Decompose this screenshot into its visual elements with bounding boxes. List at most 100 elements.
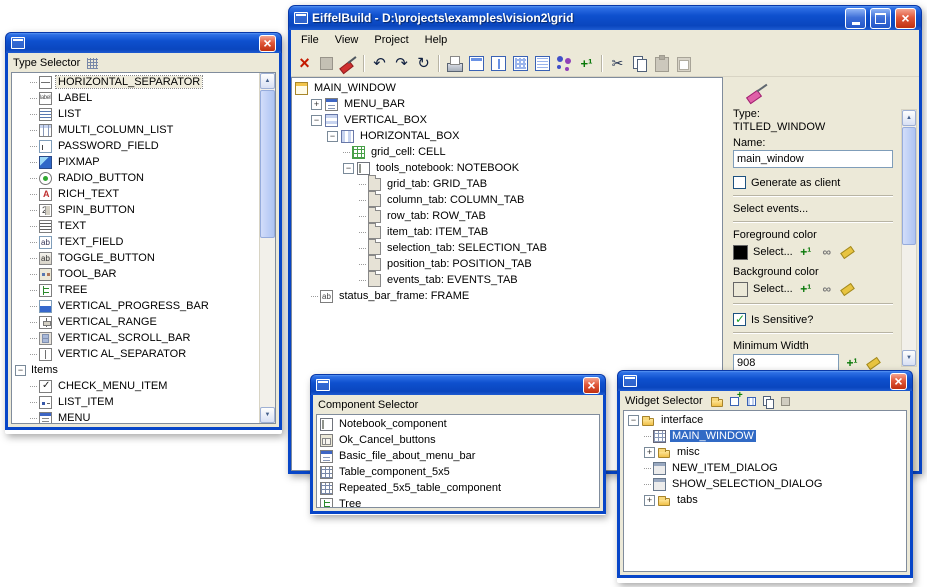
undo-icon[interactable]	[369, 53, 390, 74]
tree-item-list[interactable]: LIST	[12, 106, 259, 122]
menu-view[interactable]: View	[327, 32, 367, 48]
tree-item-pixmap[interactable]: PIXMAP	[12, 154, 259, 170]
tree-item-list-item[interactable]: LIST_ITEM	[12, 394, 259, 410]
close-button[interactable]	[890, 373, 907, 390]
minimize-button[interactable]	[845, 8, 866, 29]
background-select-button[interactable]: Select...	[753, 283, 793, 295]
generate-as-client-checkbox[interactable]	[733, 176, 746, 189]
tree-item-text[interactable]: TEXT	[12, 218, 259, 234]
cut-icon[interactable]	[607, 53, 628, 74]
add-one-icon[interactable]	[576, 53, 597, 74]
stop-icon[interactable]	[316, 53, 337, 74]
tree-item-row-tab-row-tab[interactable]: row_tab: ROW_TAB	[292, 208, 722, 224]
tree-item-new-item-dialog[interactable]: NEW_ITEM_DIALOG	[624, 460, 906, 476]
foreground-add-constant-icon[interactable]	[798, 244, 814, 260]
tree-item-horizontal-separator[interactable]: HORIZONTAL_SEPARATOR	[12, 74, 259, 90]
delete-icon[interactable]	[294, 53, 315, 74]
tree-item-text-field[interactable]: TEXT_FIELD	[12, 234, 259, 250]
tree-item-ok-cancel-buttons[interactable]: Ok_Cancel_buttons	[317, 432, 599, 448]
minwidth-reset-icon[interactable]	[865, 355, 881, 371]
minwidth-add-constant-icon[interactable]	[844, 355, 860, 371]
tree-item-tabs[interactable]: +tabs	[624, 492, 906, 508]
tree-item-vertical-range[interactable]: VERTICAL_RANGE	[12, 314, 259, 330]
titlebar[interactable]	[617, 370, 913, 391]
menu-project[interactable]: Project	[366, 32, 416, 48]
tree-item-vertic-al-separator[interactable]: VERTIC AL_SEPARATOR	[12, 346, 259, 362]
tree-item-main-window[interactable]: MAIN_WINDOW	[292, 80, 722, 96]
folder-icon[interactable]	[711, 395, 724, 408]
tree-item-tree[interactable]: Tree	[317, 496, 599, 507]
expand-toggle[interactable]: +	[644, 495, 655, 506]
tree-item-vertical-box[interactable]: −VERTICAL_BOX	[292, 112, 722, 128]
tree-item-vertical-progress-bar[interactable]: VERTICAL_PROGRESS_BAR	[12, 298, 259, 314]
tree-item-rich-text[interactable]: RICH_TEXT	[12, 186, 259, 202]
tree-item-position-tab-position-tab[interactable]: position_tab: POSITION_TAB	[292, 256, 722, 272]
tree-item-status-bar-frame-frame[interactable]: status_bar_frame: FRAME	[292, 288, 722, 304]
select-events-button[interactable]: Select events...	[733, 203, 893, 215]
generate-as-client-row[interactable]: Generate as client	[733, 176, 893, 189]
redo-icon[interactable]	[391, 53, 412, 74]
tree-item-vertical-scroll-bar[interactable]: VERTICAL_SCROLL_BAR	[12, 330, 259, 346]
name-input[interactable]	[733, 150, 893, 168]
users-icon[interactable]	[554, 53, 575, 74]
scroll-up-button[interactable]	[260, 73, 275, 89]
tree-item-tools-notebook-notebook[interactable]: −tools_notebook: NOTEBOOK	[292, 160, 722, 176]
tree-item-horizontal-box[interactable]: −HORIZONTAL_BOX	[292, 128, 722, 144]
tree-item-selection-tab-selection-tab[interactable]: selection_tab: SELECTION_TAB	[292, 240, 722, 256]
titlebar[interactable]: EiffelBuild - D:\projects\examples\visio…	[288, 5, 922, 30]
tree-item-toggle-button[interactable]: TOGGLE_BUTTON	[12, 250, 259, 266]
scrollbar-track[interactable]	[902, 126, 916, 350]
menu-help[interactable]: Help	[417, 32, 456, 48]
tree-item-interface[interactable]: −interface	[624, 412, 906, 428]
view-grid-icon[interactable]	[510, 53, 531, 74]
tree-item-show-selection-dialog[interactable]: SHOW_SELECTION_DIALOG	[624, 476, 906, 492]
tree-item-grid-tab-grid-tab[interactable]: grid_tab: GRID_TAB	[292, 176, 722, 192]
tree-item-password-field[interactable]: PASSWORD_FIELD	[12, 138, 259, 154]
tree-item-menu[interactable]: MENU	[12, 410, 259, 423]
foreground-reset-icon[interactable]	[840, 244, 856, 260]
window-icon[interactable]	[745, 395, 758, 408]
tree-item-column-tab-column-tab[interactable]: column_tab: COLUMN_TAB	[292, 192, 722, 208]
is-sensitive-checkbox[interactable]	[733, 313, 746, 326]
maximize-button[interactable]	[870, 8, 891, 29]
scrollbar-thumb[interactable]	[260, 90, 275, 238]
print-icon[interactable]	[444, 53, 465, 74]
collapse-toggle[interactable]: −	[15, 365, 26, 376]
paint-icon[interactable]	[338, 53, 359, 74]
copy-icon[interactable]	[629, 53, 650, 74]
tree-item-misc[interactable]: +misc	[624, 444, 906, 460]
tree-item-events-tab-events-tab[interactable]: events_tab: EVENTS_TAB	[292, 272, 722, 288]
tree-item-notebook-component[interactable]: Notebook_component	[317, 416, 599, 432]
background-reset-icon[interactable]	[840, 281, 856, 297]
scroll-up-button[interactable]	[902, 110, 916, 126]
is-sensitive-row[interactable]: Is Sensitive?	[733, 313, 893, 326]
tree-item-multi-column-list[interactable]: MULTI_COLUMN_LIST	[12, 122, 259, 138]
titlebar[interactable]	[5, 32, 282, 53]
tree-item-basic-file-about-menu-bar[interactable]: Basic_file_about_menu_bar	[317, 448, 599, 464]
collapse-toggle[interactable]: −	[628, 415, 639, 426]
foreground-select-button[interactable]: Select...	[753, 246, 793, 258]
tree-item-grid-cell-cell[interactable]: grid_cell: CELL	[292, 144, 722, 160]
tree-item-items[interactable]: −Items	[12, 362, 259, 378]
close-button[interactable]	[583, 377, 600, 394]
foreground-color-swatch[interactable]	[733, 245, 748, 260]
scrollbar-track[interactable]	[260, 89, 275, 407]
tree-item-repeated-5x5-table-component[interactable]: Repeated_5x5_table_component	[317, 480, 599, 496]
background-add-constant-icon[interactable]	[798, 281, 814, 297]
tree-item-menu-bar[interactable]: +MENU_BAR	[292, 96, 722, 112]
menu-file[interactable]: File	[293, 32, 327, 48]
tree-item-radio-button[interactable]: RADIO_BUTTON	[12, 170, 259, 186]
scrollbar-thumb[interactable]	[902, 127, 916, 245]
tree-item-spin-button[interactable]: SPIN_BUTTON	[12, 202, 259, 218]
tree-item-item-tab-item-tab[interactable]: item_tab: ITEM_TAB	[292, 224, 722, 240]
refresh-icon[interactable]	[413, 53, 434, 74]
copy-icon[interactable]	[762, 395, 775, 408]
tree-item-tree[interactable]: TREE	[12, 282, 259, 298]
tree-item-tool-bar[interactable]: TOOL_BAR	[12, 266, 259, 282]
view-split-icon[interactable]	[488, 53, 509, 74]
scroll-down-button[interactable]	[260, 407, 275, 423]
expand-toggle[interactable]: +	[311, 99, 322, 110]
background-color-swatch[interactable]	[733, 282, 748, 297]
view-code-icon[interactable]	[532, 53, 553, 74]
collapse-toggle[interactable]: −	[311, 115, 322, 126]
